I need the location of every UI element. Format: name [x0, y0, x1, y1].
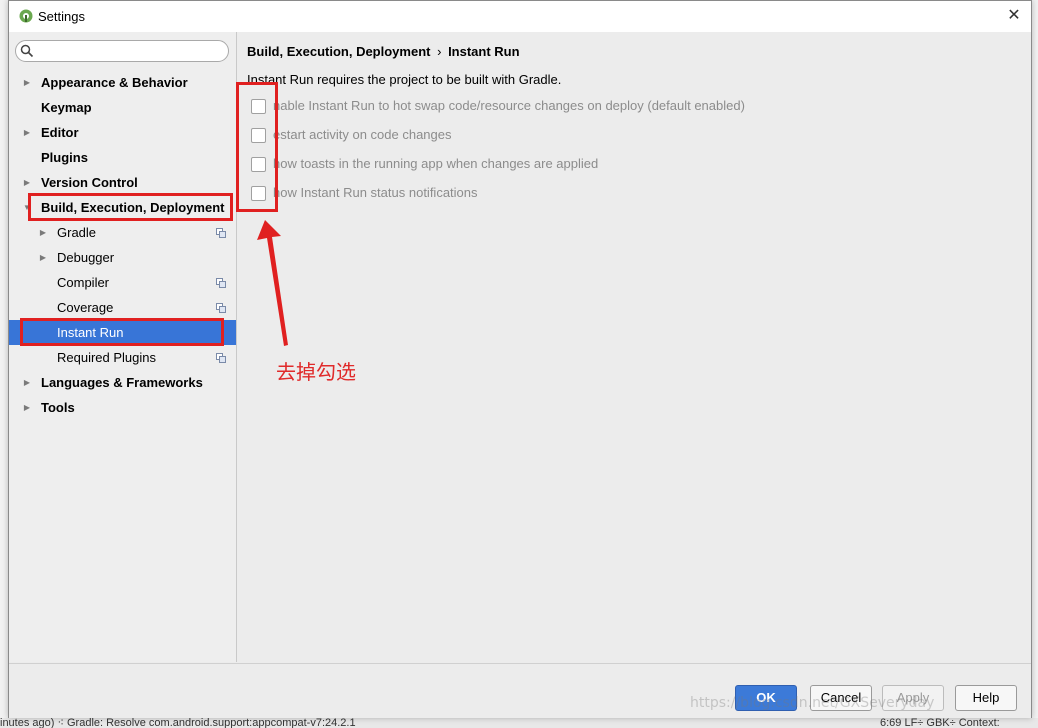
sidebar-item-label: Compiler: [57, 275, 110, 290]
sidebar-item[interactable]: ▶ Version Control: [9, 170, 236, 195]
watermark: https://blog.csdn.net/GXSeveryday: [690, 695, 935, 711]
sidebar-item-label: Editor: [41, 125, 79, 140]
breadcrumb: Build, Execution, Deployment › Instant R…: [247, 44, 520, 59]
help-button[interactable]: Help: [955, 685, 1017, 711]
project-level-icon: [216, 353, 226, 363]
sidebar-item[interactable]: Coverage: [9, 295, 236, 320]
sidebar-item[interactable]: ▶ Languages & Frameworks: [9, 370, 236, 395]
sidebar-item-label: Keymap: [41, 100, 92, 115]
expand-arrow-icon[interactable]: ▶: [38, 220, 48, 245]
breadcrumb-current: Instant Run: [448, 44, 520, 59]
sidebar-category-highlight-box: [28, 193, 233, 221]
annotation-text: 去掉勾选: [276, 360, 356, 384]
close-button[interactable]: ✕: [1003, 5, 1025, 27]
option-label: how toasts in the running app when chang…: [273, 156, 599, 171]
project-level-icon: [216, 228, 226, 238]
sidebar-item[interactable]: ▶ Debugger: [9, 245, 236, 270]
sidebar-item-label: Languages & Frameworks: [41, 375, 203, 390]
close-icon: ✕: [1007, 7, 1021, 24]
project-level-icon: [216, 278, 226, 288]
sidebar-item[interactable]: Plugins: [9, 145, 236, 170]
sidebar-item[interactable]: ▶ Tools: [9, 395, 236, 420]
sidebar-item[interactable]: Keymap: [9, 95, 236, 120]
sidebar-item[interactable]: ▶ Editor: [9, 120, 236, 145]
sidebar-item[interactable]: ▶ Appearance & Behavior: [9, 70, 236, 95]
project-level-icon: [216, 303, 226, 313]
expand-arrow-icon[interactable]: ▶: [22, 170, 32, 195]
breadcrumb-parent: Build, Execution, Deployment: [247, 44, 431, 59]
sidebar-item-label: Debugger: [57, 250, 115, 265]
checkbox-highlight-box: [236, 82, 278, 212]
sidebar-item-label: Coverage: [57, 300, 114, 315]
search-input[interactable]: [15, 40, 229, 62]
ide-status-right: 6:69 LF÷ GBK÷ Context:: [880, 718, 1000, 728]
option-label: nable Instant Run to hot swap code/resou…: [273, 98, 745, 113]
annotation-arrow: [257, 220, 288, 346]
ide-status-text: inutes ago) ⁖ Gradle: Resolve com.androi…: [0, 718, 356, 728]
expand-arrow-icon[interactable]: ▶: [22, 120, 32, 145]
expand-arrow-icon[interactable]: ▶: [22, 70, 32, 95]
option-label: estart activity on code changes: [273, 127, 452, 142]
settings-panel: Build, Execution, Deployment › Instant R…: [237, 32, 1031, 662]
instant-run-description: Instant Run requires the project to be b…: [247, 72, 562, 87]
settings-sidebar: ▶ Appearance & Behavior Keymap ▶ Editor Plugi…: [9, 32, 237, 662]
sidebar-item-highlight-box: [20, 318, 224, 346]
window-title: Settings: [38, 9, 85, 24]
ide-status-bar: inutes ago) ⁖ Gradle: Resolve com.androi…: [0, 718, 1038, 728]
sidebar-item-label: Version Control: [41, 175, 138, 190]
settings-dialog: Settings ✕ ▶ Appearance & Behavior Keymap ▶…: [8, 0, 1032, 718]
sidebar-item-label: Gradle: [57, 225, 97, 240]
expand-arrow-icon[interactable]: ▶: [22, 370, 32, 395]
sidebar-item-label: Appearance & Behavior: [41, 75, 188, 90]
breadcrumb-separator: ›: [437, 44, 442, 59]
expand-arrow-icon[interactable]: ▶: [38, 245, 48, 270]
option-label: how Instant Run status notifications: [273, 185, 478, 200]
expand-arrow-icon[interactable]: ▶: [22, 395, 32, 420]
sidebar-item[interactable]: ▶ Gradle: [9, 220, 236, 245]
android-studio-icon: [19, 9, 33, 23]
title-bar: Settings ✕: [9, 1, 1031, 32]
sidebar-item[interactable]: Compiler: [9, 270, 236, 295]
sidebar-item-label: Required Plugins: [57, 350, 157, 365]
sidebar-item-label: Plugins: [41, 150, 88, 165]
search-icon: [20, 44, 34, 58]
sidebar-item[interactable]: Required Plugins: [9, 345, 236, 370]
sidebar-item-label: Tools: [41, 400, 75, 415]
